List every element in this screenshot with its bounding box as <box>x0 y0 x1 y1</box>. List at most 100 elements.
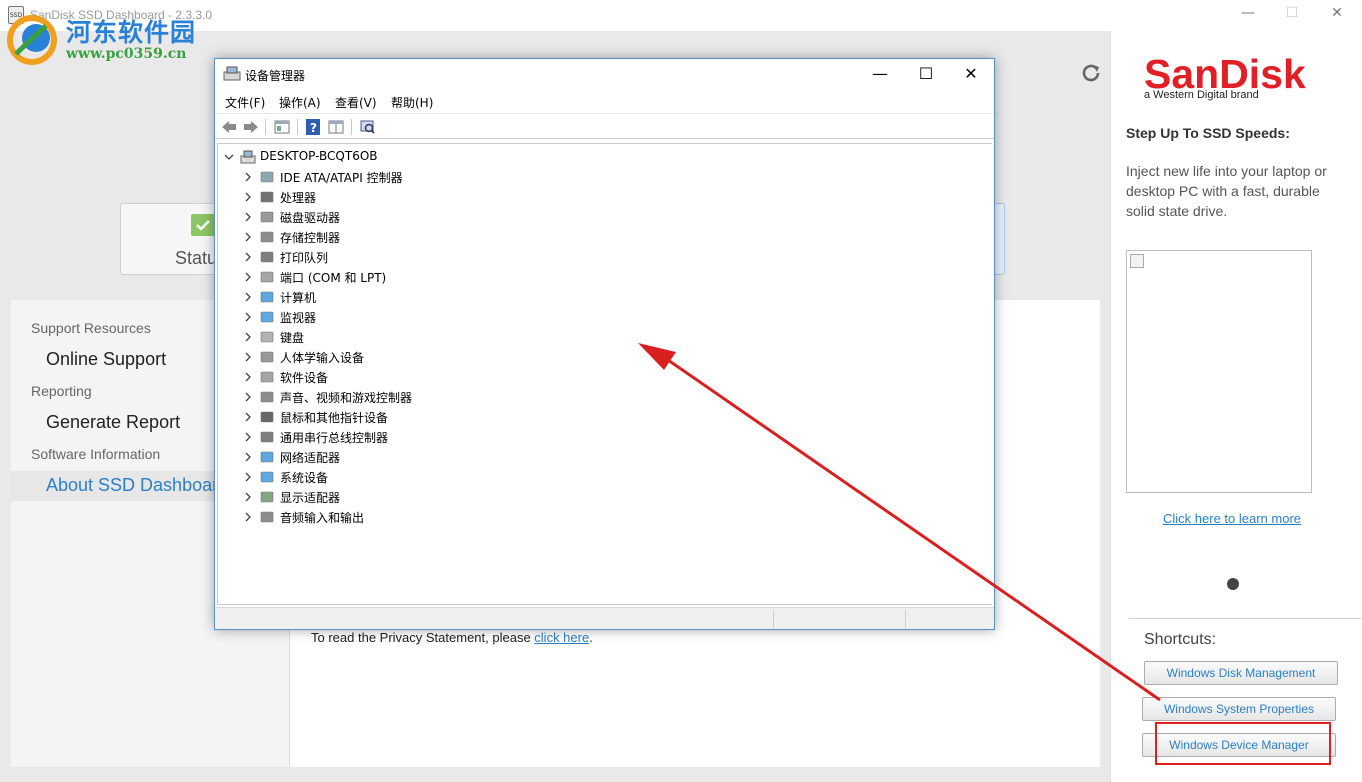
dm-close-button[interactable]: ✕ <box>948 61 994 87</box>
storage-controller-icon <box>260 231 274 243</box>
chevron-down-icon[interactable] <box>223 150 235 164</box>
menu-help[interactable]: 帮助(H) <box>391 94 433 111</box>
tree-category-row[interactable]: 软件设备 <box>218 367 988 387</box>
computer-icon <box>260 291 274 303</box>
network-adapter-icon <box>260 451 274 463</box>
chevron-right-icon[interactable] <box>242 250 254 264</box>
chevron-right-icon[interactable] <box>242 290 254 304</box>
app-minimize-button[interactable]: — <box>1237 5 1259 21</box>
port-icon <box>260 271 274 283</box>
tree-category-row[interactable]: IDE ATA/ATAPI 控制器 <box>218 167 988 187</box>
svg-text:?: ? <box>310 121 317 135</box>
refresh-icon[interactable] <box>1080 62 1102 84</box>
brand-subtitle: a Western Digital brand <box>1144 89 1259 101</box>
tree-category-label: 系统设备 <box>280 471 329 485</box>
side-description: Inject new life into your laptop or desk… <box>1126 163 1327 219</box>
annotation-highlight-box <box>1155 722 1331 765</box>
keyboard-icon <box>260 331 274 343</box>
chevron-right-icon[interactable] <box>242 510 254 524</box>
tree-category-label: 处理器 <box>280 191 317 205</box>
dm-scroll-edge <box>992 143 994 605</box>
chevron-right-icon[interactable] <box>242 410 254 424</box>
tree-category-row[interactable]: 显示适配器 <box>218 487 988 507</box>
carousel-dot[interactable] <box>1227 578 1239 590</box>
chevron-right-icon[interactable] <box>242 430 254 444</box>
privacy-link[interactable]: click here <box>534 630 589 645</box>
generate-report-link[interactable]: Generate Report <box>46 412 180 433</box>
tab-status[interactable]: Status <box>120 203 226 275</box>
tree-category-row[interactable]: 人体学输入设备 <box>218 347 988 367</box>
chevron-right-icon[interactable] <box>242 350 254 364</box>
help-icon[interactable]: ? <box>304 118 322 136</box>
menu-file[interactable]: 文件(F) <box>225 94 265 111</box>
chevron-right-icon[interactable] <box>242 230 254 244</box>
broken-image-icon <box>1130 254 1144 268</box>
tree-category-label: 计算机 <box>280 291 317 305</box>
action-pane-icon[interactable] <box>327 118 345 136</box>
about-ssd-dashboard-link[interactable]: About SSD Dashboard <box>46 475 228 496</box>
audio-io-icon <box>260 511 274 523</box>
scan-hardware-icon[interactable] <box>358 118 376 136</box>
tree-category-row[interactable]: 网络适配器 <box>218 447 988 467</box>
tree-category-row[interactable]: 处理器 <box>218 187 988 207</box>
tree-category-label: 打印队列 <box>280 251 329 265</box>
back-arrow-icon[interactable] <box>220 118 238 136</box>
chevron-right-icon[interactable] <box>242 270 254 284</box>
tree-category-row[interactable]: 计算机 <box>218 287 988 307</box>
tree-category-label: 键盘 <box>280 331 305 345</box>
chevron-right-icon[interactable] <box>242 390 254 404</box>
software-information-header: Software Information <box>31 446 161 462</box>
chevron-right-icon[interactable] <box>242 170 254 184</box>
learn-more-link[interactable]: Click here to learn more <box>1163 511 1301 526</box>
reporting-header: Reporting <box>31 383 92 399</box>
statusbar-separator <box>773 610 774 628</box>
app-close-button[interactable]: ✕ <box>1326 5 1348 21</box>
tree-category-row[interactable]: 键盘 <box>218 327 988 347</box>
chevron-right-icon[interactable] <box>242 210 254 224</box>
watermark-logo-icon <box>7 15 57 65</box>
tree-category-row[interactable]: 通用串行总线控制器 <box>218 427 988 447</box>
chevron-right-icon[interactable] <box>242 450 254 464</box>
device-manager-window: 设备管理器 — ☐ ✕ 文件(F) 操作(A) 查看(V) 帮助(H) ? DE… <box>214 58 995 630</box>
computer-root-icon <box>240 150 256 164</box>
app-maximize-button[interactable]: ☐ <box>1281 5 1303 21</box>
menu-action[interactable]: 操作(A) <box>279 94 321 111</box>
tree-root-row[interactable]: DESKTOP-BCQT6OB <box>218 147 988 167</box>
tree-category-row[interactable]: 端口 (COM 和 LPT) <box>218 267 988 287</box>
tree-category-row[interactable]: 打印队列 <box>218 247 988 267</box>
side-panel: SanDisk a Western Digital brand Step Up … <box>1110 31 1362 782</box>
chevron-right-icon[interactable] <box>242 490 254 504</box>
tree-category-row[interactable]: 鼠标和其他指针设备 <box>218 407 988 427</box>
chevron-right-icon[interactable] <box>242 470 254 484</box>
promo-image[interactable] <box>1126 250 1312 493</box>
windows-system-properties-button[interactable]: Windows System Properties <box>1142 697 1336 721</box>
tree-category-row[interactable]: 音频输入和输出 <box>218 507 988 527</box>
chevron-right-icon[interactable] <box>242 330 254 344</box>
tree-category-label: 端口 (COM 和 LPT) <box>280 271 387 285</box>
tree-category-row[interactable]: 监视器 <box>218 307 988 327</box>
online-support-link[interactable]: Online Support <box>46 349 166 370</box>
privacy-suffix: . <box>589 630 593 645</box>
dm-title: 设备管理器 <box>245 69 306 83</box>
dm-titlebar: 设备管理器 — ☐ ✕ <box>215 59 994 89</box>
properties-view-icon[interactable] <box>273 118 291 136</box>
tree-category-row[interactable]: 系统设备 <box>218 467 988 487</box>
system-device-icon <box>260 471 274 483</box>
watermark-url: www.pc0359.cn <box>66 46 187 62</box>
chevron-right-icon[interactable] <box>242 190 254 204</box>
privacy-statement: To read the Privacy Statement, please cl… <box>311 630 593 645</box>
dm-maximize-button[interactable]: ☐ <box>903 61 949 87</box>
tree-category-row[interactable]: 磁盘驱动器 <box>218 207 988 227</box>
tree-category-label: 鼠标和其他指针设备 <box>280 411 389 425</box>
tree-category-row[interactable]: 声音、视频和游戏控制器 <box>218 387 988 407</box>
dm-minimize-button[interactable]: — <box>857 61 903 87</box>
menu-view[interactable]: 查看(V) <box>335 94 377 111</box>
chevron-right-icon[interactable] <box>242 310 254 324</box>
tree-category-row[interactable]: 存储控制器 <box>218 227 988 247</box>
sound-icon <box>260 391 274 403</box>
chevron-right-icon[interactable] <box>242 370 254 384</box>
tree-category-label: 存储控制器 <box>280 231 341 245</box>
tree-category-label: 人体学输入设备 <box>280 351 365 365</box>
windows-disk-management-button[interactable]: Windows Disk Management <box>1144 661 1338 685</box>
forward-arrow-icon[interactable] <box>242 118 260 136</box>
